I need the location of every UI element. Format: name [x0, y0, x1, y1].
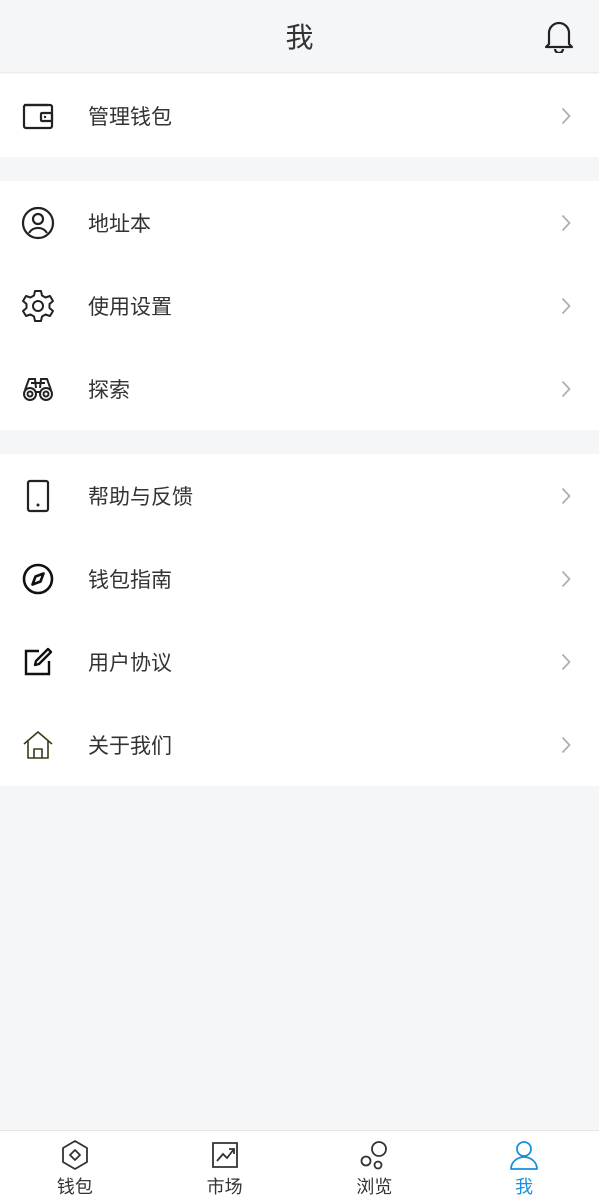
- chevron-right-icon: [559, 569, 573, 589]
- tab-label: 钱包: [56, 1177, 93, 1198]
- menu-group-tools: 地址本 使用设置 探索: [0, 181, 599, 430]
- chevron-right-icon: [559, 213, 573, 233]
- chevron-right-icon: [559, 379, 573, 399]
- chevron-right-icon: [559, 735, 573, 755]
- menu-group-wallet: 管理钱包: [0, 74, 599, 157]
- bottom-tab-bar: 钱包 市场 浏览 我: [0, 1130, 599, 1199]
- menu-item-label: 管理钱包: [88, 104, 172, 129]
- bell-icon[interactable]: [543, 18, 575, 54]
- tab-label: 浏览: [356, 1177, 393, 1198]
- chevron-right-icon: [559, 652, 573, 672]
- menu-item-address-book[interactable]: 地址本: [0, 181, 599, 264]
- menu-item-help-feedback[interactable]: 帮助与反馈: [0, 454, 599, 537]
- menu-item-about-us[interactable]: 关于我们: [0, 703, 599, 786]
- phone-icon: [20, 478, 56, 514]
- chevron-right-icon: [559, 296, 573, 316]
- menu-item-label: 钱包指南: [88, 567, 172, 592]
- gear-icon: [20, 288, 56, 324]
- menu-item-label: 关于我们: [88, 733, 172, 758]
- tab-browse[interactable]: 浏览: [300, 1131, 450, 1199]
- menu-item-label: 帮助与反馈: [88, 484, 193, 509]
- bubbles-icon: [357, 1138, 391, 1171]
- chart-icon: [208, 1138, 242, 1171]
- tab-label: 我: [515, 1177, 534, 1198]
- tab-wallet[interactable]: 钱包: [0, 1131, 150, 1199]
- menu-item-wallet-guide[interactable]: 钱包指南: [0, 537, 599, 620]
- menu-group-info: 帮助与反馈 钱包指南 用户协议 关于我们: [0, 454, 599, 786]
- tab-market[interactable]: 市场: [150, 1131, 300, 1199]
- wallet-icon: [20, 98, 56, 134]
- wallet-diamond-icon: [58, 1138, 92, 1171]
- menu-item-explore[interactable]: 探索: [0, 347, 599, 430]
- page-title: 我: [285, 21, 314, 54]
- person-icon: [507, 1138, 541, 1171]
- tab-label: 市场: [206, 1177, 243, 1198]
- user-circle-icon: [20, 205, 56, 241]
- menu-item-label: 地址本: [88, 211, 151, 236]
- binoculars-icon: [20, 371, 56, 407]
- menu-item-label: 探索: [88, 377, 130, 402]
- chevron-right-icon: [559, 106, 573, 126]
- edit-icon: [20, 644, 56, 680]
- menu-item-manage-wallet[interactable]: 管理钱包: [0, 74, 599, 157]
- tab-me[interactable]: 我: [449, 1131, 599, 1199]
- header: 我: [0, 0, 599, 73]
- menu-item-label: 使用设置: [88, 294, 172, 319]
- chevron-right-icon: [559, 486, 573, 506]
- menu-item-user-agreement[interactable]: 用户协议: [0, 620, 599, 703]
- home-icon: [20, 727, 56, 763]
- menu-item-settings[interactable]: 使用设置: [0, 264, 599, 347]
- compass-icon: [20, 561, 56, 597]
- menu-item-label: 用户协议: [88, 650, 172, 675]
